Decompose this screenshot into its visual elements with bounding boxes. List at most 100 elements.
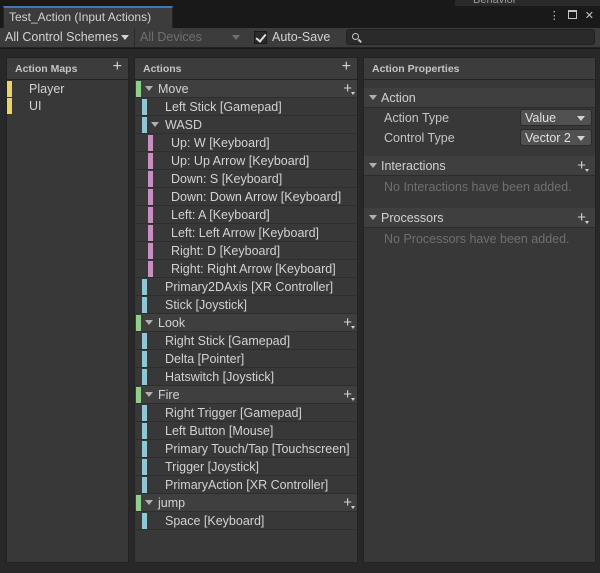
binding-marker bbox=[142, 99, 147, 115]
window-controls: ⋮ ✕ bbox=[549, 9, 594, 22]
background-tab[interactable]: Behavior bbox=[455, 0, 600, 6]
action-move[interactable]: Move + bbox=[135, 80, 357, 98]
binding-row[interactable]: Right Stick [Gamepad] bbox=[135, 332, 357, 350]
add-binding-icon[interactable]: + bbox=[343, 80, 355, 97]
control-type-dropdown[interactable]: Vector 2 bbox=[520, 129, 592, 146]
chevron-down-icon[interactable] bbox=[145, 320, 153, 325]
close-icon[interactable]: ✕ bbox=[585, 9, 594, 22]
binding-row[interactable]: Delta [Pointer] bbox=[135, 350, 357, 368]
interactions-section-foldout[interactable]: Interactions + bbox=[364, 156, 595, 176]
chevron-down-icon[interactable] bbox=[369, 95, 377, 100]
action-marker bbox=[136, 315, 141, 331]
chevron-down-icon[interactable] bbox=[145, 392, 153, 397]
add-action-icon[interactable]: + bbox=[342, 59, 351, 75]
chevron-down-icon bbox=[232, 35, 240, 40]
composite-part-row[interactable]: Up: W [Keyboard] bbox=[135, 134, 357, 152]
binding-row[interactable]: Stick [Joystick] bbox=[135, 296, 357, 314]
binding-row[interactable]: Hatswitch [Joystick] bbox=[135, 368, 357, 386]
binding-row[interactable]: PrimaryAction [XR Controller] bbox=[135, 476, 357, 494]
editor-body: Action Maps + Player UI Actions + Move +… bbox=[0, 49, 600, 573]
control-type-value: Vector 2 bbox=[525, 131, 571, 145]
part-marker bbox=[148, 171, 153, 187]
binding-row[interactable]: Trigger [Joystick] bbox=[135, 458, 357, 476]
part-marker bbox=[148, 261, 153, 277]
control-schemes-dropdown[interactable]: All Control Schemes bbox=[0, 28, 133, 47]
composite-part-row[interactable]: Up: Up Arrow [Keyboard] bbox=[135, 152, 357, 170]
toolbar: All Control Schemes All Devices Auto-Sav… bbox=[0, 28, 600, 48]
control-type-label: Control Type bbox=[384, 131, 455, 145]
action-fire[interactable]: Fire + bbox=[135, 386, 357, 404]
binding-marker bbox=[142, 333, 147, 349]
section-title: Action bbox=[381, 91, 416, 105]
processors-section-foldout[interactable]: Processors + bbox=[364, 208, 595, 228]
part-marker bbox=[148, 225, 153, 241]
composite-wasd[interactable]: WASD bbox=[135, 116, 357, 134]
search-input[interactable] bbox=[346, 29, 595, 45]
binding-row[interactable]: Right Trigger [Gamepad] bbox=[135, 404, 357, 422]
binding-marker bbox=[142, 477, 147, 493]
action-map-player[interactable]: Player bbox=[7, 80, 128, 97]
actions-title: Actions bbox=[143, 63, 182, 75]
binding-label: Right: D [Keyboard] bbox=[171, 244, 281, 258]
binding-label: Up: W [Keyboard] bbox=[171, 136, 270, 150]
section-title: Interactions bbox=[381, 159, 446, 173]
control-schemes-label: All Control Schemes bbox=[5, 30, 119, 44]
kebab-menu-icon[interactable]: ⋮ bbox=[549, 9, 560, 22]
binding-label: Down: Down Arrow [Keyboard] bbox=[171, 190, 342, 204]
chevron-down-icon[interactable] bbox=[369, 215, 377, 220]
actions-header: Actions + bbox=[135, 58, 357, 80]
action-map-ui[interactable]: UI bbox=[7, 97, 128, 114]
binding-label: Left: A [Keyboard] bbox=[171, 208, 270, 222]
add-action-map-icon[interactable]: + bbox=[113, 59, 122, 75]
part-marker bbox=[148, 207, 153, 223]
binding-marker bbox=[142, 405, 147, 421]
search-icon bbox=[352, 33, 359, 40]
chevron-down-icon[interactable] bbox=[145, 86, 153, 91]
composite-part-row[interactable]: Right: Right Arrow [Keyboard] bbox=[135, 260, 357, 278]
add-interaction-icon[interactable]: + bbox=[577, 157, 589, 174]
add-binding-icon[interactable]: + bbox=[343, 386, 355, 403]
action-jump[interactable]: jump + bbox=[135, 494, 357, 512]
binding-row[interactable]: Primary Touch/Tap [Touchscreen] bbox=[135, 440, 357, 458]
binding-label: Space [Keyboard] bbox=[165, 514, 265, 528]
maximize-icon[interactable] bbox=[567, 10, 577, 19]
composite-part-row[interactable]: Down: S [Keyboard] bbox=[135, 170, 357, 188]
action-label: Fire bbox=[158, 388, 180, 402]
part-marker bbox=[148, 243, 153, 259]
action-marker bbox=[136, 81, 141, 97]
binding-marker bbox=[142, 351, 147, 367]
binding-row[interactable]: Space [Keyboard] bbox=[135, 512, 357, 530]
composite-part-row[interactable]: Down: Down Arrow [Keyboard] bbox=[135, 188, 357, 206]
devices-dropdown[interactable]: All Devices bbox=[134, 28, 244, 47]
binding-marker bbox=[142, 117, 147, 133]
action-maps-title: Action Maps bbox=[15, 63, 78, 75]
auto-save-toggle[interactable]: Auto-Save bbox=[254, 30, 330, 44]
action-type-dropdown[interactable]: Value bbox=[520, 109, 592, 126]
chevron-down-icon[interactable] bbox=[151, 122, 159, 127]
binding-row[interactable]: Left Button [Mouse] bbox=[135, 422, 357, 440]
chevron-down-icon bbox=[121, 35, 129, 40]
chevron-down-icon[interactable] bbox=[145, 500, 153, 505]
action-look[interactable]: Look + bbox=[135, 314, 357, 332]
processors-empty-message: No Processors have been added. bbox=[384, 232, 570, 246]
action-section-foldout[interactable]: Action bbox=[364, 88, 595, 108]
composite-part-row[interactable]: Left: A [Keyboard] bbox=[135, 206, 357, 224]
action-marker bbox=[136, 387, 141, 403]
composite-part-row[interactable]: Right: D [Keyboard] bbox=[135, 242, 357, 260]
add-binding-icon[interactable]: + bbox=[343, 494, 355, 511]
add-binding-icon[interactable]: + bbox=[343, 314, 355, 331]
action-label: jump bbox=[158, 496, 186, 510]
auto-save-checkbox[interactable] bbox=[254, 30, 267, 44]
binding-row[interactable]: Primary2DAxis [XR Controller] bbox=[135, 278, 357, 296]
control-type-row: Control Type Vector 2 bbox=[364, 128, 595, 148]
window-tab[interactable]: Test_Action (Input Actions) bbox=[3, 6, 173, 28]
add-processor-icon[interactable]: + bbox=[577, 209, 589, 226]
chevron-down-icon[interactable] bbox=[369, 163, 377, 168]
binding-label: Primary2DAxis [XR Controller] bbox=[165, 280, 334, 294]
composite-part-row[interactable]: Left: Left Arrow [Keyboard] bbox=[135, 224, 357, 242]
part-marker bbox=[148, 153, 153, 169]
binding-row[interactable]: Left Stick [Gamepad] bbox=[135, 98, 357, 116]
chevron-down-icon bbox=[577, 136, 585, 141]
binding-label: Primary Touch/Tap [Touchscreen] bbox=[165, 442, 350, 456]
